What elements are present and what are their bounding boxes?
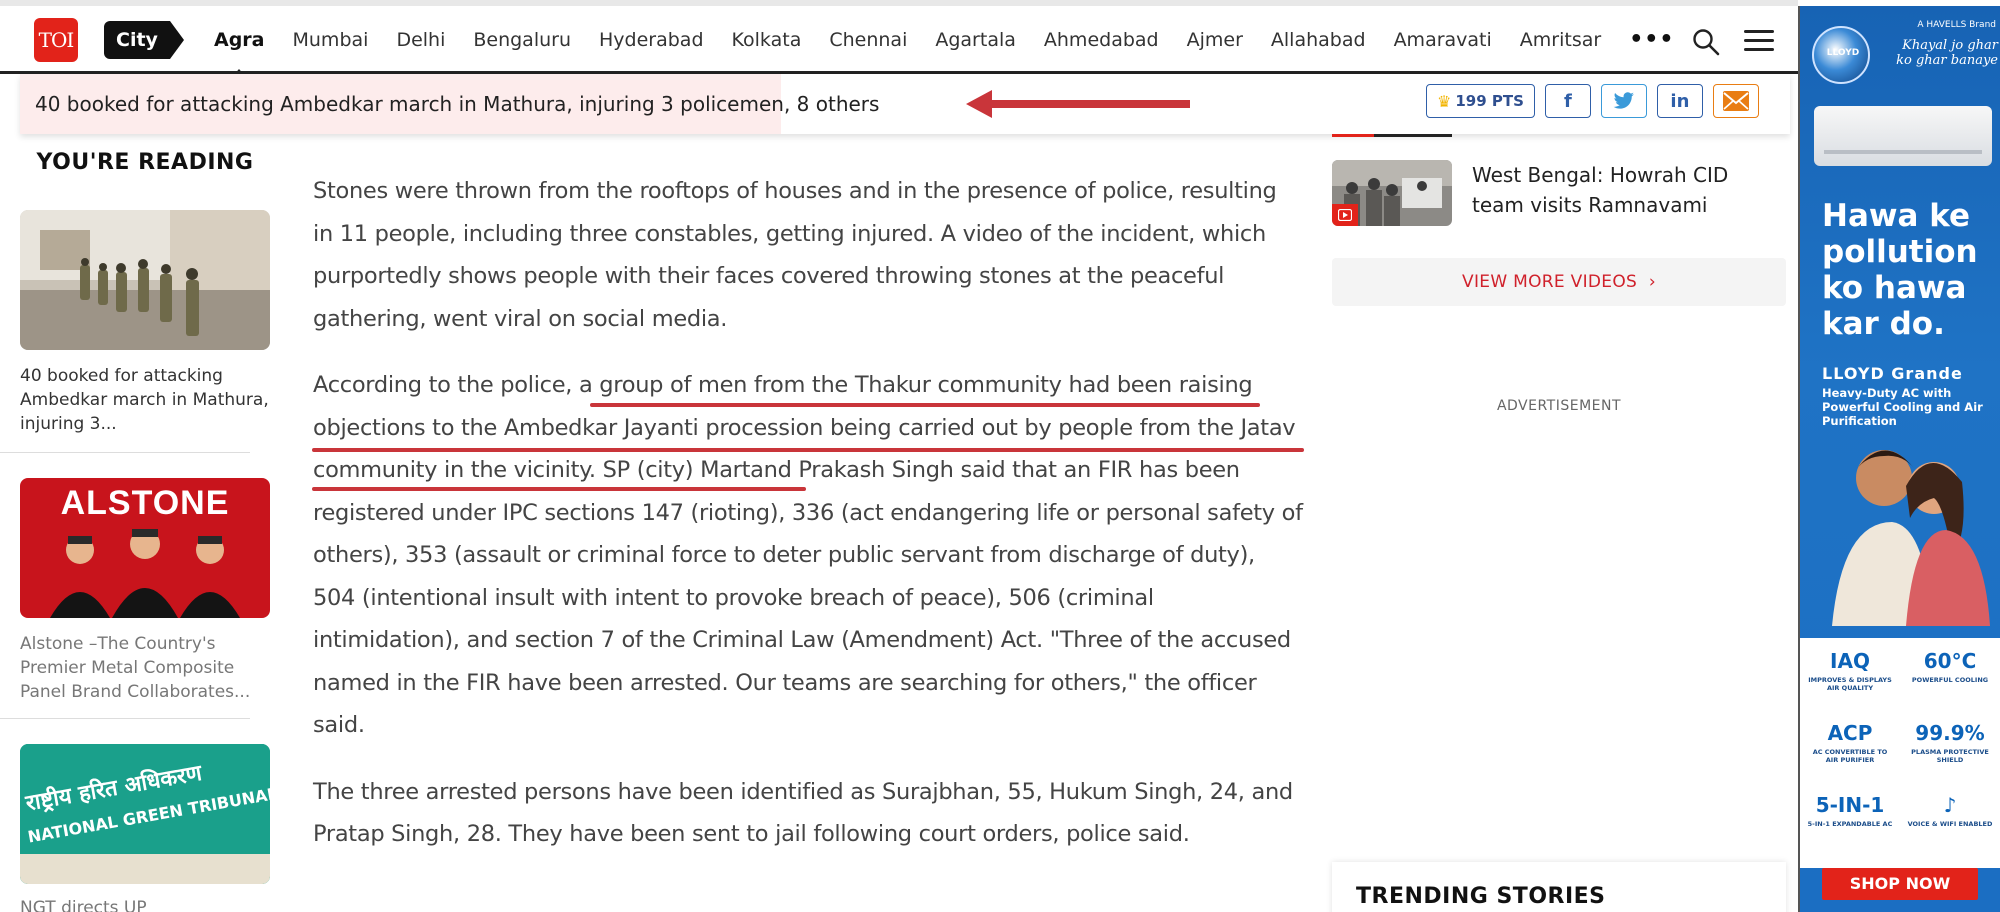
article-paragraph: Stones were thrown from the rooftops of … [313,178,1277,332]
ac-unit-image [1814,106,1992,166]
sticky-headline[interactable]: 40 booked for attacking Ambedkar march i… [35,74,879,134]
rail-caption: Alstone –The Country's Premier Metal Com… [20,634,251,702]
ad-headline: Hawa ke pollution ko hawa kar do. [1822,198,1978,342]
nav-city-delhi[interactable]: Delhi [382,6,459,74]
play-icon [1332,204,1358,226]
linkedin-icon: in [1670,90,1690,112]
lloyd-logo-text: LLOYD [1826,48,1860,58]
email-share-button[interactable] [1712,84,1759,118]
video-title[interactable]: West Bengal: Howrah CID team visits Ramn… [1472,160,1782,220]
crown-icon: ♛ [1437,91,1452,111]
rail-thumb-march [20,210,270,350]
march-photo [20,210,270,350]
video-thumbnail[interactable] [1332,160,1452,226]
twitter-share-button[interactable] [1600,84,1647,118]
nav-city-hyderabad[interactable]: Hyderabad [585,6,718,74]
lloyd-logo: LLOYD [1812,26,1870,84]
rail-card-ngt[interactable]: राष्ट्रीय हरित अधिकरण NATIONAL GREEN TRI… [20,744,270,912]
annotation-underline [312,448,1304,452]
toi-logo[interactable]: TOI [34,18,78,62]
article-paragraph: According to the police, a group of men … [313,372,1303,738]
rail-thumb-alstone: ALSTONE [20,478,270,618]
facebook-icon: f [1563,90,1572,112]
ad-feature: ACP AC CONVERTIBLE TO AIR PURIFIER [1812,721,1888,764]
search-icon[interactable] [1692,28,1720,56]
rail-divider [0,452,250,453]
annotation-underline [590,403,1260,407]
twitter-icon [1613,92,1634,109]
nav-city-chennai[interactable]: Chennai [815,6,921,74]
ad-brand: LLOYD Grande [1822,364,1963,383]
rail-card-current[interactable]: 40 booked for attacking Ambedkar march i… [20,210,270,436]
points-label: 199 PTS [1455,91,1524,110]
nav-city-agra[interactable]: Agra [200,6,279,77]
nav-city-amritsar[interactable]: Amritsar [1506,6,1615,74]
rail-caption: NGT directs UP [20,898,147,912]
rail-caption: 40 booked for attacking Ambedkar march i… [20,366,269,434]
ad-feature: IAQ IMPROVES & DISPLAYS AIR QUALITY [1808,649,1892,692]
top-navigation: TOI City Agra Mumbai Delhi Bengaluru Hyd… [0,6,1798,77]
nav-city-allahabad[interactable]: Allahabad [1257,6,1380,74]
nav-city-amaravati[interactable]: Amaravati [1380,6,1506,74]
ad-feature: 99.9% PLASMA PROTECTIVE SHIELD [1911,721,1989,764]
ad-feature: ♪ VOICE & WIFI ENABLED [1907,793,1993,828]
ad-feature: 60°C POWERFUL COOLING [1911,649,1989,684]
mail-icon [1722,91,1749,111]
points-button[interactable]: ♛ 199 PTS [1426,84,1535,118]
share-toolbar: ♛ 199 PTS f in [1426,84,1759,118]
shop-now-button[interactable]: SHOP NOW [1822,868,1978,900]
rail-card-alstone[interactable]: ALSTONE Alstone –The Country's Premier M… [20,478,270,704]
trending-title: TRENDING STORIES [1356,884,1606,909]
ad-banner[interactable]: LLOYD A HAVELLS Brand Khayal jo ghar ko … [1798,6,2000,912]
more-cities-button[interactable]: ••• [1615,6,1688,74]
advertisement-label: ADVERTISEMENT [1496,398,1622,414]
ad-subheadline: Heavy-Duty AC with Powerful Cooling and … [1822,386,1983,428]
rail-thumb-ngt: राष्ट्रीय हरित अधिकरण NATIONAL GREEN TRI… [20,744,270,884]
nav-city-mumbai[interactable]: Mumbai [279,6,383,74]
video-item[interactable]: West Bengal: Howrah CID team visits Ramn… [1332,160,1786,230]
previous-video-edge-accent [1332,134,1374,137]
rail-divider [0,718,250,719]
alstone-players-photo [50,529,240,618]
chevron-right-icon: › [1648,272,1656,292]
trending-stories-section: TRENDING STORIES [1332,862,1786,912]
ad-havells-label: A HAVELLS Brand [1917,20,1996,30]
city-section-badge[interactable]: City [104,21,184,59]
city-links: Agra Mumbai Delhi Bengaluru Hyderabad Ko… [200,6,1688,77]
article-paragraph: The three arrested persons have been ide… [313,778,1293,848]
ad-tagline: Khayal jo ghar ko ghar banaye [1896,38,1998,68]
annotation-arrow [966,90,1190,118]
article-body: Stones were thrown from the rooftops of … [313,170,1303,880]
view-more-videos-button[interactable]: VIEW MORE VIDEOS › [1332,258,1786,306]
view-more-label: VIEW MORE VIDEOS [1462,272,1638,292]
nav-city-bengaluru[interactable]: Bengaluru [459,6,585,74]
left-rail: YOU'RE READING [20,150,270,175]
annotation-underline [312,487,806,491]
facebook-share-button[interactable]: f [1544,84,1591,118]
ad-features: IAQ IMPROVES & DISPLAYS AIR QUALITY 60°C P… [1800,638,2000,868]
nav-city-kolkata[interactable]: Kolkata [718,6,816,74]
nav-city-ajmer[interactable]: Ajmer [1173,6,1257,74]
ad-couple-image [1832,450,1990,626]
linkedin-share-button[interactable]: in [1656,84,1703,118]
nav-city-ahmedabad[interactable]: Ahmedabad [1030,6,1173,74]
rail-title: YOU'RE READING [36,150,254,175]
nav-city-agartala[interactable]: Agartala [921,6,1030,74]
hamburger-menu-icon[interactable] [1744,30,1774,52]
ad-feature: 5-IN-1 5-IN-1 EXPANDABLE AC [1807,793,1893,828]
